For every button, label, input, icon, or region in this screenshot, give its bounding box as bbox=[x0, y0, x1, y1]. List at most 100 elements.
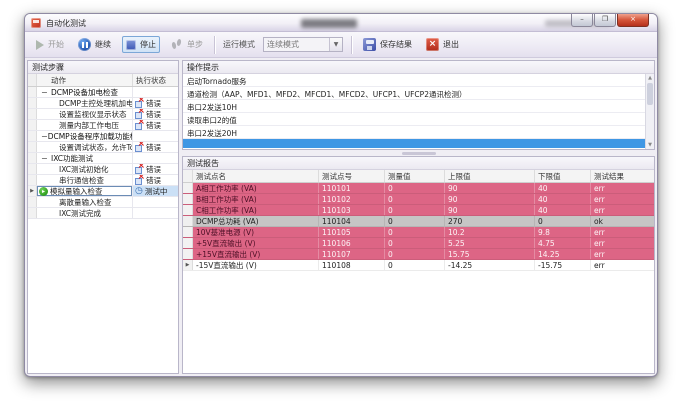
row-selector bbox=[183, 183, 193, 193]
cell-id: 110102 bbox=[319, 194, 385, 204]
start-button[interactable]: 开始 bbox=[33, 37, 67, 52]
report-row[interactable]: A相工作功率 (VA)11010109040err bbox=[183, 183, 654, 194]
step-action-cell: −IXC功能测试 bbox=[37, 153, 132, 163]
cell-name: DCMP总功耗 (VA) bbox=[193, 216, 319, 226]
cell-result: err bbox=[591, 194, 654, 204]
row-selector bbox=[28, 142, 37, 152]
step-status-text: 错误 bbox=[146, 120, 161, 130]
minimize-button[interactable]: – bbox=[571, 14, 593, 27]
report-row[interactable]: 10V基准电源 (V)110105010.29.8err bbox=[183, 227, 654, 238]
step-action-cell: −DCMP设备加电检查 bbox=[37, 87, 132, 97]
step-row[interactable]: 测量内部工作电压 错误 bbox=[28, 120, 178, 131]
report-row[interactable]: +5V直流输出 (V)11010605.254.75err bbox=[183, 238, 654, 249]
maximize-button[interactable]: ❐ bbox=[594, 14, 616, 27]
collapse-icon[interactable]: − bbox=[41, 132, 48, 141]
step-status-cell bbox=[132, 87, 178, 97]
log-line[interactable]: 串口2发送20H bbox=[183, 126, 645, 139]
cell-result: err bbox=[591, 227, 654, 237]
cell-result: err bbox=[591, 183, 654, 193]
step-row[interactable]: IXC测试初始化错误 bbox=[28, 164, 178, 175]
cell-upper: 270 bbox=[445, 216, 535, 226]
report-row[interactable]: ▶-15V直流输出 (V)1101080-14.25-15.75err bbox=[183, 260, 654, 271]
step-row[interactable]: 设置调试状态，允许Tornado... 错误 bbox=[28, 142, 178, 153]
row-selector bbox=[183, 238, 193, 248]
collapse-icon[interactable]: − bbox=[41, 154, 51, 163]
log-line[interactable]: 串口2发送10H bbox=[183, 100, 645, 113]
save-results-button[interactable]: 保存结果 bbox=[360, 36, 415, 53]
collapse-icon[interactable]: − bbox=[41, 88, 51, 97]
cell-lower: 9.8 bbox=[535, 227, 591, 237]
cell-measured: 0 bbox=[385, 238, 445, 248]
step-row[interactable]: DCMP主控处理机加电错误 bbox=[28, 98, 178, 109]
titlebar[interactable]: 自动化测试 – ❐ × bbox=[25, 14, 657, 32]
error-icon bbox=[135, 110, 144, 119]
log-line[interactable]: 通道检测（AAP、MFD1、MFD2、MFCD1、MFCD2、UFCP1、UFC… bbox=[183, 87, 645, 100]
row-selector: ▶ bbox=[28, 186, 37, 196]
step-row[interactable]: 串行通信检查错误 bbox=[28, 175, 178, 186]
step-status-cell: 错误 bbox=[132, 164, 178, 174]
run-mode-select[interactable]: 连续模式 ▼ bbox=[263, 37, 343, 52]
step-status-text: 错误 bbox=[146, 142, 161, 152]
step-row[interactable]: ▶▸模拟量输入检查◷测试中 bbox=[28, 186, 178, 197]
steps-selector-column-header bbox=[28, 74, 37, 86]
step-status-cell: 错误 bbox=[132, 142, 178, 152]
step-status-text: 错误 bbox=[146, 109, 161, 119]
step-status-text: 错误 bbox=[146, 175, 161, 185]
stop-button[interactable]: 停止 bbox=[122, 36, 160, 53]
step-label: DCMP设备加电检查 bbox=[51, 87, 118, 97]
cell-result: err bbox=[591, 205, 654, 215]
test-report-panel: 测试报告 测试点名 测试点号 测量值 上限值 下限值 测试结果 A相工作功率 (… bbox=[182, 156, 655, 374]
resume-button[interactable]: 继续 bbox=[75, 36, 114, 53]
log-line[interactable]: 读取串口2的值 bbox=[183, 113, 645, 126]
log-scrollbar[interactable]: ▲ ▼ bbox=[645, 74, 654, 149]
test-steps-title: 测试步骤 bbox=[28, 61, 178, 74]
report-col-name: 测试点名 bbox=[193, 170, 319, 182]
step-row[interactable]: −DCMP设备程序加载功能检查 bbox=[28, 131, 178, 142]
scrollbar-thumb[interactable] bbox=[647, 83, 653, 105]
step-row[interactable]: 设置监视仪显示状态 错误 bbox=[28, 109, 178, 120]
close-button[interactable]: × bbox=[617, 14, 649, 27]
scroll-up-icon[interactable]: ▲ bbox=[646, 74, 654, 82]
report-row[interactable]: C相工作功率 (VA)11010309040err bbox=[183, 205, 654, 216]
row-selector: ▶ bbox=[183, 260, 193, 270]
step-status-cell bbox=[132, 131, 178, 141]
run-mode-label: 运行模式 bbox=[223, 39, 255, 50]
step-status-cell bbox=[132, 197, 178, 207]
cell-lower: 4.75 bbox=[535, 238, 591, 248]
step-action-cell: 测量内部工作电压 bbox=[37, 120, 132, 130]
step-status-cell: ◷测试中 bbox=[132, 186, 178, 196]
cell-lower: 40 bbox=[535, 194, 591, 204]
cell-name: B相工作功率 (VA) bbox=[193, 194, 319, 204]
row-selector bbox=[28, 197, 37, 207]
toolbar: 开始 继续 停止 单步 运行模式 连续模式 ▼ 保存 bbox=[25, 32, 657, 58]
log-line[interactable]: 启动Tornado服务 bbox=[183, 74, 645, 87]
step-button[interactable]: 单步 bbox=[168, 37, 206, 52]
exit-button[interactable]: × 退出 bbox=[423, 36, 462, 53]
row-selector bbox=[28, 87, 37, 97]
cell-measured: 0 bbox=[385, 183, 445, 193]
step-row[interactable]: 离散量输入检查 bbox=[28, 197, 178, 208]
report-row[interactable]: +15V直流输出 (V)110107015.7514.25err bbox=[183, 249, 654, 260]
step-label: 设置调试状态，允许Tornado... bbox=[59, 142, 132, 152]
step-status-cell: 错误 bbox=[132, 175, 178, 185]
log-line-selected[interactable] bbox=[183, 139, 645, 148]
stop-icon bbox=[126, 40, 136, 50]
report-col-lower: 下限值 bbox=[535, 170, 591, 182]
report-row[interactable]: B相工作功率 (VA)11010209040err bbox=[183, 194, 654, 205]
step-action-cell: 设置监视仪显示状态 bbox=[37, 109, 132, 119]
scroll-down-icon[interactable]: ▼ bbox=[646, 141, 654, 149]
report-row[interactable]: DCMP总功耗 (VA)11010402700ok bbox=[183, 216, 654, 227]
step-status-cell: 错误 bbox=[132, 120, 178, 130]
cell-result: err bbox=[591, 249, 654, 259]
row-selector bbox=[28, 120, 37, 130]
test-steps-panel: 测试步骤 动作 执行状态 −DCMP设备加电检查DCMP主控处理机加电错误设置监… bbox=[27, 60, 179, 374]
row-selector bbox=[28, 98, 37, 108]
step-row[interactable]: −IXC功能测试 bbox=[28, 153, 178, 164]
cell-id: 110108 bbox=[319, 260, 385, 270]
steps-grid-header: 动作 执行状态 bbox=[28, 74, 178, 87]
step-label: 模拟量输入检查 bbox=[50, 186, 103, 196]
step-row[interactable]: IXC测试完成 bbox=[28, 208, 178, 219]
steps-rows: −DCMP设备加电检查DCMP主控处理机加电错误设置监视仪显示状态错误测量内部工… bbox=[28, 87, 178, 219]
step-row[interactable]: −DCMP设备加电检查 bbox=[28, 87, 178, 98]
step-status-cell bbox=[132, 208, 178, 218]
